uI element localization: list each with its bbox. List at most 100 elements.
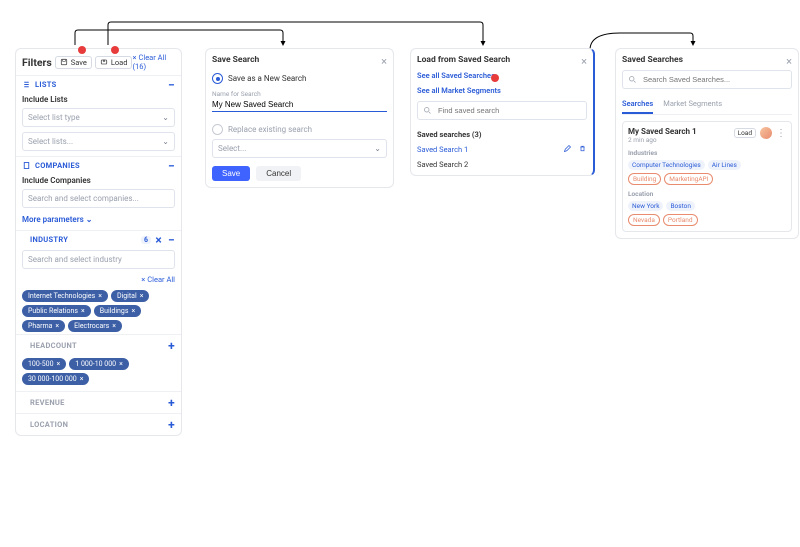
search-name-input[interactable] xyxy=(212,98,387,112)
tab-market-segments[interactable]: Market Segments xyxy=(663,95,722,114)
companies-search[interactable]: Search and select companies... xyxy=(22,189,175,208)
load-panel: × Load from Saved Search See all Saved S… xyxy=(410,48,595,176)
remove-tag-icon[interactable]: × xyxy=(119,360,123,368)
marker-dot xyxy=(78,46,86,54)
radio-icon xyxy=(212,73,223,84)
tab-searches[interactable]: Searches xyxy=(622,95,653,114)
chip: Computer Technologies xyxy=(628,160,705,170)
industry-section-header[interactable]: INDUSTRY 6 × − xyxy=(16,231,181,248)
industry-search[interactable]: Search and select industry xyxy=(22,250,175,269)
marker-dot xyxy=(111,46,119,54)
location-section-header[interactable]: LOCATION + xyxy=(16,413,181,435)
chevron-down-icon: ⌄ xyxy=(162,113,169,122)
filter-tag[interactable]: 30 000-100 000× xyxy=(22,373,89,385)
delete-icon[interactable] xyxy=(578,144,587,153)
headcount-tags: 100-500×1 000-10 000× 30 000-100 000× xyxy=(16,356,181,391)
more-menu-icon[interactable]: ⋮ xyxy=(776,128,786,139)
filter-tag[interactable]: 100-500× xyxy=(22,358,66,370)
remove-icon[interactable]: × xyxy=(155,236,162,244)
lists-section-header[interactable]: LISTS − xyxy=(16,76,181,93)
chip: Nevada xyxy=(628,214,660,226)
group-label: Location xyxy=(628,190,786,198)
industry-count: 6 xyxy=(141,236,151,244)
filter-tag[interactable]: Public Relations× xyxy=(22,305,91,317)
saved-searches-panel: × Saved Searches Searches Market Segment… xyxy=(615,48,799,239)
industry-tags: Internet Technologies×Digital× Public Rel… xyxy=(16,288,181,334)
close-icon[interactable]: × xyxy=(581,55,587,68)
card-subtitle: 2 min ago xyxy=(628,136,697,144)
filters-load-label: Load xyxy=(111,58,128,67)
filter-tag[interactable]: Buildings× xyxy=(94,305,141,317)
saved-search-card: My Saved Search 1 2 min ago Load ⋮ Indus… xyxy=(622,121,792,232)
close-icon[interactable]: × xyxy=(786,55,792,68)
filters-clear-all[interactable]: ×Clear All (16) xyxy=(132,53,175,71)
saved-search-row: Saved Search 1 xyxy=(417,144,587,155)
chevron-down-icon: ⌄ xyxy=(162,137,169,146)
close-icon[interactable]: × xyxy=(381,55,387,68)
saved-search-link[interactable]: Saved Search 2 xyxy=(417,160,468,169)
expand-icon[interactable]: + xyxy=(168,421,175,429)
saved-search-row: Saved Search 2 xyxy=(417,160,587,169)
filters-title: Filters xyxy=(22,56,52,69)
list-icon xyxy=(22,80,31,89)
save-icon xyxy=(60,58,68,66)
see-all-segments-link[interactable]: See all Market Segments xyxy=(417,86,587,95)
more-parameters-link[interactable]: More parameters ⌄ xyxy=(16,213,181,230)
collapse-icon[interactable]: − xyxy=(168,236,175,244)
save-search-panel: × Save Search Save as a New Search Name … xyxy=(205,48,394,188)
filters-save-button[interactable]: Save xyxy=(55,56,92,69)
marker-dot xyxy=(491,74,499,82)
saved-searches-count: Saved searches (3) xyxy=(417,130,587,139)
search-icon xyxy=(628,75,637,84)
chevron-down-icon: ⌄ xyxy=(86,215,93,224)
headcount-section-header[interactable]: HEADCOUNT + xyxy=(16,334,181,356)
remove-tag-icon[interactable]: × xyxy=(81,307,85,315)
remove-tag-icon[interactable]: × xyxy=(55,322,59,330)
card-load-button[interactable]: Load xyxy=(734,128,756,138)
companies-section-header[interactable]: COMPANIES − xyxy=(16,157,181,174)
radio-icon xyxy=(212,124,223,135)
saved-search-link[interactable]: Saved Search 1 xyxy=(417,145,468,154)
remove-tag-icon[interactable]: × xyxy=(57,360,61,368)
chip: MarketingAPI xyxy=(664,173,713,185)
search-icon xyxy=(423,106,432,115)
find-saved-search-input[interactable] xyxy=(417,101,587,120)
group-label: Industries xyxy=(628,149,786,157)
replace-select[interactable]: Select...⌄ xyxy=(212,139,387,158)
filters-panel: Filters Save Load ×Clear All (16) LISTS … xyxy=(15,48,182,436)
edit-icon[interactable] xyxy=(563,144,572,153)
filters-load-button[interactable]: Load xyxy=(95,56,133,69)
cancel-button[interactable]: Cancel xyxy=(256,166,301,181)
chip: Boston xyxy=(666,201,694,211)
filter-tag[interactable]: Internet Technologies× xyxy=(22,290,108,302)
replace-existing-radio[interactable]: Replace existing search xyxy=(212,124,387,135)
filter-tag[interactable]: 1 000-10 000× xyxy=(69,358,129,370)
include-companies-label: Include Companies xyxy=(16,174,181,187)
revenue-section-header[interactable]: REVENUE + xyxy=(16,391,181,413)
save-as-new-radio[interactable]: Save as a New Search xyxy=(212,73,387,84)
remove-tag-icon[interactable]: × xyxy=(140,292,144,300)
save-search-title: Save Search xyxy=(212,55,387,65)
load-title: Load from Saved Search xyxy=(417,55,587,65)
saved-searches-search-input[interactable] xyxy=(622,70,792,89)
filter-tag[interactable]: Electrocars× xyxy=(68,320,122,332)
see-all-searches-link[interactable]: See all Saved Searches xyxy=(417,71,587,80)
save-button[interactable]: Save xyxy=(212,166,250,181)
remove-tag-icon[interactable]: × xyxy=(80,375,84,383)
load-icon xyxy=(100,58,108,66)
industry-clear-all[interactable]: ×Clear All xyxy=(141,275,175,284)
lists-select[interactable]: Select lists...⌄ xyxy=(22,132,175,151)
expand-icon[interactable]: + xyxy=(168,342,175,350)
list-type-select[interactable]: Select list type⌄ xyxy=(22,108,175,127)
filter-tag[interactable]: Digital× xyxy=(111,290,149,302)
filter-tag[interactable]: Pharma× xyxy=(22,320,65,332)
collapse-icon[interactable]: − xyxy=(168,81,175,89)
collapse-icon[interactable]: − xyxy=(168,162,175,170)
name-label: Name for Search xyxy=(212,90,387,98)
expand-icon[interactable]: + xyxy=(168,399,175,407)
remove-tag-icon[interactable]: × xyxy=(131,307,135,315)
filters-save-label: Save xyxy=(71,58,87,67)
remove-tag-icon[interactable]: × xyxy=(98,292,102,300)
remove-tag-icon[interactable]: × xyxy=(112,322,116,330)
avatar xyxy=(760,127,772,139)
